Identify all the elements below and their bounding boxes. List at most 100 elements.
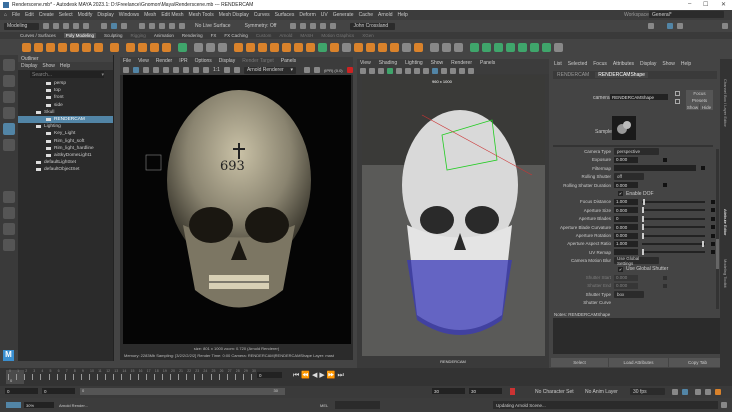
render-icon[interactable] [300, 23, 307, 29]
fps-dropdown[interactable]: 30 fps [630, 388, 665, 395]
outliner-item[interactable]: Key_Light [18, 130, 113, 137]
alpha-channel-icon[interactable] [203, 67, 209, 73]
playback-end-field[interactable]: 30 [432, 388, 465, 394]
close-button[interactable]: ✕ [721, 1, 726, 8]
vp-menu-lighting[interactable]: Lighting [405, 60, 423, 66]
outliner-layout-icon[interactable] [3, 223, 15, 235]
display-icon[interactable] [223, 67, 230, 73]
ae-menu-selected[interactable]: Selected [568, 61, 587, 67]
outliner-item[interactable]: defaultObjectSet [18, 166, 113, 173]
renderer-dropdown[interactable]: Arnold Renderer ▾ [243, 66, 296, 74]
map-texture-icon[interactable] [663, 275, 667, 280]
shelf-tab-mash[interactable]: MASH [300, 33, 313, 38]
single-perspective-layout-icon[interactable] [3, 191, 15, 203]
poly-text-icon[interactable] [138, 42, 147, 52]
ae-menu-show[interactable]: Show [662, 61, 675, 67]
planar-map-icon[interactable] [470, 42, 479, 52]
slider-handle[interactable] [642, 215, 644, 222]
auto-map-icon[interactable] [506, 42, 515, 52]
side-tab-attribute-editor[interactable]: Attribute Editor [723, 209, 728, 235]
outliner-item[interactable]: aiSkyDomeLight1 [18, 152, 113, 159]
snap-point-icon[interactable] [159, 23, 165, 29]
shadows-icon[interactable] [459, 67, 465, 74]
menu-arnold[interactable]: Arnold [378, 12, 392, 18]
rv-menu-render-target[interactable]: Render Target [242, 58, 274, 64]
outliner-menu-show[interactable]: Show [42, 63, 55, 69]
playback-start-field[interactable]: 0 [42, 388, 75, 394]
attribute-slider[interactable] [642, 198, 705, 205]
snapshot-icon[interactable] [163, 67, 169, 73]
map-texture-icon[interactable] [711, 241, 715, 246]
uv-editor-icon[interactable] [178, 42, 187, 52]
attribute-dropdown[interactable]: perspective [614, 148, 659, 155]
map-texture-icon[interactable] [663, 183, 667, 188]
fill-hole-icon[interactable] [270, 42, 279, 52]
vp-menu-shading[interactable]: Shading [379, 60, 397, 66]
slider-handle[interactable] [642, 207, 644, 214]
film-gate-icon[interactable] [405, 67, 411, 74]
rv-menu-file[interactable]: File [123, 58, 131, 64]
lights-icon[interactable] [450, 67, 456, 74]
camera-name-field[interactable]: RENDERCAMShape [610, 94, 668, 100]
retopo-icon[interactable] [306, 42, 315, 52]
snapshot-compare-icon[interactable] [233, 67, 240, 73]
copy-tab-button[interactable]: Copy Tab [669, 358, 726, 367]
snap-plane-icon[interactable] [169, 23, 175, 29]
attribute-field[interactable] [614, 249, 638, 256]
attribute-field[interactable]: 0.000 [614, 274, 638, 281]
scale-tool-icon[interactable] [3, 139, 15, 151]
smooth-icon[interactable] [218, 42, 227, 52]
menu-mesh[interactable]: Mesh [144, 12, 156, 18]
shelf-tab-fx-caching[interactable]: FX Caching [224, 33, 248, 38]
shelf-tab-custom[interactable]: Custom [256, 33, 272, 38]
shelf-tab-rendering[interactable]: Rendering [182, 33, 203, 38]
menu-modify[interactable]: Modify [78, 12, 93, 18]
poly-disc-icon[interactable] [94, 42, 103, 52]
script-language-button[interactable]: MEL [320, 403, 328, 408]
poly-svg-icon[interactable] [162, 42, 171, 52]
side-tab-modeling-toolkit[interactable]: Modeling Toolkit [723, 259, 728, 288]
animation-prefs-icon[interactable] [705, 389, 711, 395]
vp-menu-renderer[interactable]: Renderer [451, 60, 472, 66]
outliner-item[interactable]: Rim_light_soft [18, 138, 113, 145]
output-connection-icon[interactable] [675, 99, 680, 104]
attribute-slider[interactable] [642, 215, 705, 222]
presets-button[interactable]: Presets [686, 97, 713, 104]
outliner-item[interactable]: RENDERCAM [18, 115, 113, 124]
attribute-editor-toggle-icon[interactable] [667, 23, 673, 29]
render-view-icon[interactable] [290, 23, 297, 29]
symmetry-dropdown[interactable]: Symmetry: Off [245, 23, 277, 29]
redo-render-icon[interactable] [123, 67, 129, 73]
outliner-item[interactable]: persp [18, 80, 113, 87]
snap-curve-icon[interactable] [149, 23, 155, 29]
load-attributes-button[interactable]: Load Attributes [609, 358, 668, 367]
menu-edit[interactable]: Edit [25, 12, 34, 18]
menu-mesh-tools[interactable]: Mesh Tools [189, 12, 214, 18]
menu-help[interactable]: Help [397, 12, 407, 18]
shelf-tab-fx[interactable]: FX [211, 33, 217, 38]
keep-image-icon[interactable] [173, 67, 179, 73]
snap-surface-icon[interactable] [179, 23, 185, 29]
circularize-icon[interactable] [378, 42, 387, 52]
outliner-item[interactable]: front [18, 94, 113, 101]
attribute-dropdown[interactable]: box [614, 290, 644, 298]
ae-tab-rendercamshape[interactable]: RENDERCAMShape [595, 72, 648, 78]
resolution-gate-icon[interactable] [414, 67, 420, 74]
undo-icon[interactable] [73, 23, 79, 29]
isolate-select-icon[interactable] [468, 67, 474, 74]
shelf-tab-poly-modeling[interactable]: Poly Modeling [63, 33, 97, 38]
attribute-field[interactable]: 1.000 [614, 240, 638, 247]
open-scene-icon[interactable] [53, 23, 59, 29]
poly-plane-icon[interactable] [82, 42, 91, 52]
sew-uv-icon[interactable] [554, 42, 563, 52]
ae-menu-help[interactable]: Help [681, 61, 691, 67]
channel-box-toggle-icon[interactable] [677, 23, 683, 29]
range-slider[interactable]: 0 30 [80, 388, 285, 395]
extract-icon[interactable] [258, 42, 267, 52]
menu-create[interactable]: Create [39, 12, 54, 18]
slider-handle[interactable] [643, 198, 646, 205]
side-tab-channel-box[interactable]: Channel Box / Layer Editor [723, 79, 728, 127]
attribute-slider[interactable] [642, 232, 705, 239]
attribute-field[interactable]: 1.000 [614, 198, 638, 205]
rv-menu-ipr[interactable]: IPR [179, 58, 187, 64]
